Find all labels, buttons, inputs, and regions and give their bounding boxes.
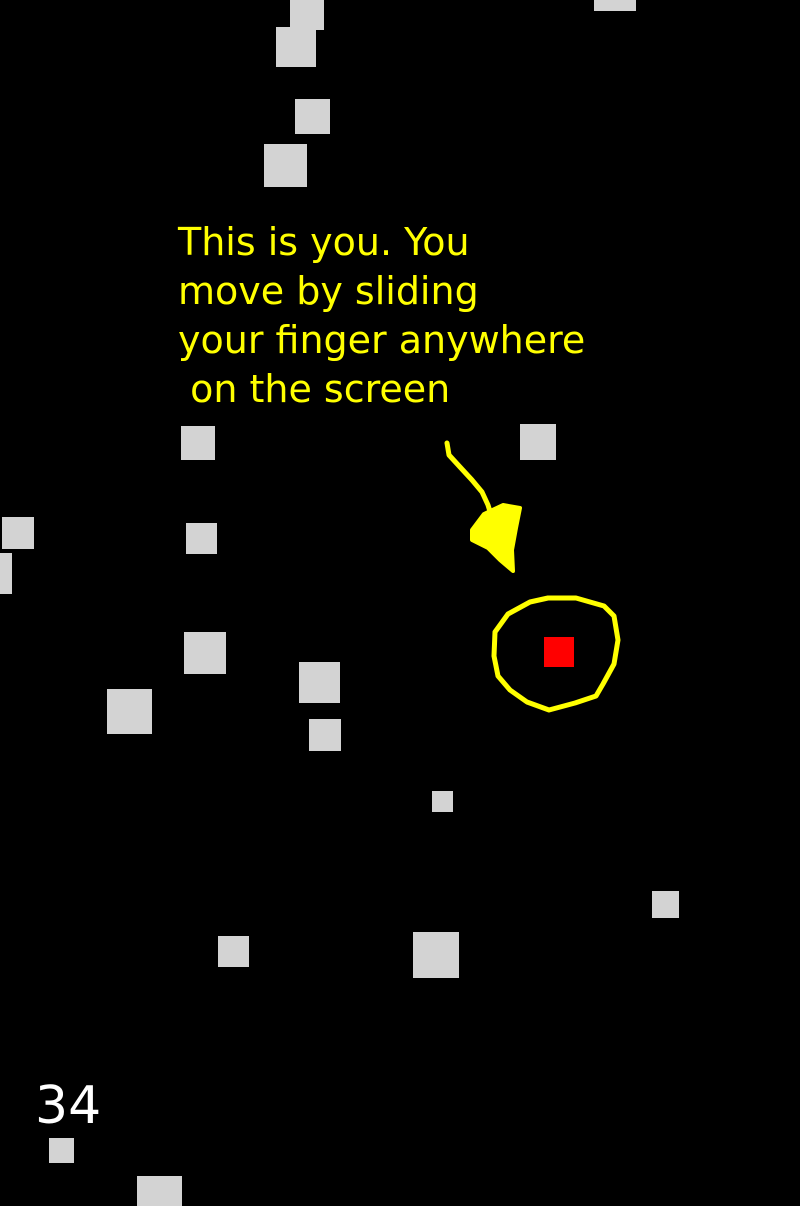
arrow-head-icon: [470, 503, 522, 573]
arrow-shaft: [444, 440, 495, 521]
score-counter: 34: [35, 1076, 102, 1136]
game-screen[interactable]: This is you. You move by sliding your fi…: [0, 0, 800, 1206]
tutorial-annotation: [444, 440, 621, 713]
player-square[interactable]: [544, 637, 574, 667]
